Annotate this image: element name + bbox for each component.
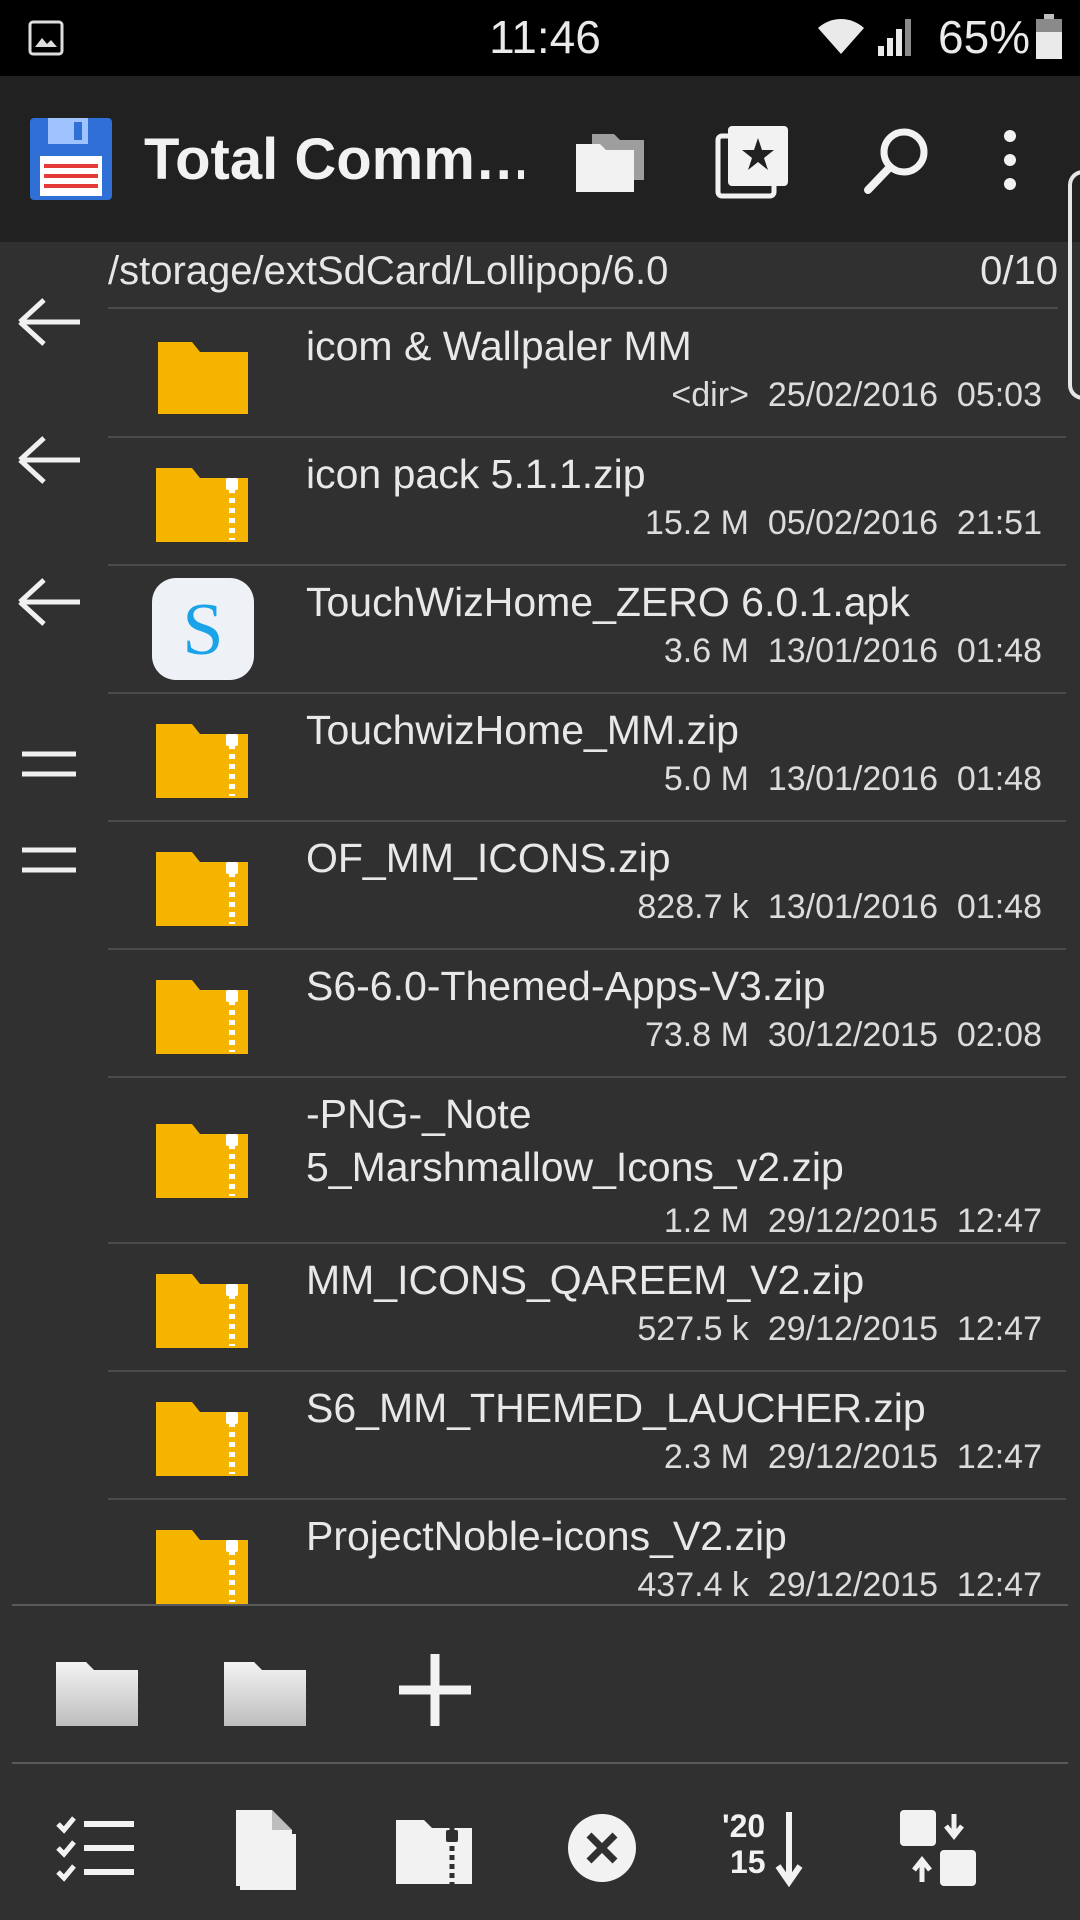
- arrow-down-icon: [775, 1812, 803, 1888]
- svg-text:S: S: [182, 589, 223, 671]
- zip-folder-icon: [156, 1274, 248, 1348]
- file-meta: 5.0 M 13/01/2016 01:48: [663, 760, 1042, 798]
- folder-shortcut-icon[interactable]: [52, 1650, 142, 1730]
- file-name: OF_MM_ICONS.zip: [306, 835, 671, 881]
- status-time: 11:46: [489, 11, 601, 63]
- file-meta: 1.2 M 29/12/2015 12:47: [663, 1202, 1042, 1240]
- app-bar: Total Comm…: [0, 76, 1080, 242]
- folders-icon[interactable]: [572, 120, 652, 200]
- file-row[interactable]: icom & Wallpaler MM <dir> 25/02/2016 05:…: [108, 310, 1066, 438]
- file-name: S6_MM_THEMED_LAUCHER.zip: [306, 1385, 926, 1431]
- edge-panel-handle[interactable]: [1068, 170, 1080, 400]
- more-vert-icon[interactable]: [986, 120, 1034, 200]
- zip-folder-icon: [156, 852, 248, 926]
- zip-folder-icon: [156, 468, 248, 542]
- file-name: S6-6.0-Themed-Apps-V3.zip: [306, 963, 826, 1009]
- sort-date-icon[interactable]: '20 15: [722, 1806, 806, 1890]
- zip-folder-icon: [156, 980, 248, 1054]
- back-arrow-icon[interactable]: [16, 430, 84, 490]
- folder-shortcut-icon[interactable]: [220, 1650, 310, 1730]
- file-name: TouchWizHome_ZERO 6.0.1.apk: [306, 579, 910, 625]
- new-file-icon[interactable]: [222, 1806, 306, 1890]
- file-meta: 2.3 M 29/12/2015 12:47: [663, 1438, 1042, 1476]
- file-row[interactable]: S6-6.0-Themed-Apps-V3.zip 73.8 M 30/12/2…: [108, 950, 1066, 1078]
- folder-icon: [158, 342, 248, 414]
- zip-folder-icon: [156, 1530, 248, 1604]
- battery-percent: 65%: [938, 11, 1031, 63]
- swap-panels-icon[interactable]: [896, 1806, 980, 1890]
- bottom-toolbar: '20 15: [0, 1764, 1080, 1920]
- zip-folder-icon: [156, 1124, 248, 1198]
- file-name: ProjectNoble-icons_V2.zip: [306, 1513, 787, 1559]
- file-row[interactable]: S6_MM_THEMED_LAUCHER.zip 2.3 M 29/12/201…: [108, 1372, 1066, 1500]
- current-path[interactable]: /storage/extSdCard/Lollipop/6.0: [108, 249, 668, 294]
- selection-count: 0/10: [980, 249, 1058, 293]
- quick-bar: [0, 1606, 1080, 1762]
- equal-menu-icon[interactable]: [16, 830, 84, 890]
- file-meta: 828.7 k 13/01/2016 01:48: [637, 888, 1042, 926]
- delete-circle-icon[interactable]: [560, 1806, 644, 1890]
- file-list[interactable]: icom & Wallpaler MM <dir> 25/02/2016 05:…: [108, 310, 1066, 1604]
- file-row[interactable]: MM_ICONS_QAREEM_V2.zip 527.5 k 29/12/201…: [108, 1244, 1066, 1372]
- wifi-icon: [818, 19, 864, 54]
- search-icon[interactable]: [858, 120, 938, 200]
- file-meta: 527.5 k 29/12/2015 12:47: [637, 1310, 1042, 1348]
- file-name: TouchwizHome_MM.zip: [306, 707, 739, 753]
- file-row[interactable]: TouchwizHome_MM.zip 5.0 M 13/01/2016 01:…: [108, 694, 1066, 822]
- floppy-disk-logo-icon[interactable]: [28, 116, 114, 202]
- equal-menu-icon[interactable]: [16, 734, 84, 794]
- path-bar[interactable]: /storage/extSdCard/Lollipop/6.0 0/10: [108, 245, 1058, 309]
- file-meta: 15.2 M 05/02/2016 21:51: [644, 504, 1042, 542]
- apk-s-icon: S: [152, 578, 254, 680]
- file-row[interactable]: S TouchWizHome_ZERO 6.0.1.apk 3.6 M 13/0…: [108, 566, 1066, 694]
- file-meta: <dir> 25/02/2016 05:03: [671, 376, 1042, 414]
- file-row[interactable]: OF_MM_ICONS.zip 828.7 k 13/01/2016 01:48: [108, 822, 1066, 950]
- sort-label-bottom: 15: [730, 1844, 766, 1880]
- file-name: icom & Wallpaler MM: [306, 323, 692, 369]
- file-name: icon pack 5.1.1.zip: [306, 451, 646, 497]
- bookmark-star-icon[interactable]: [714, 120, 794, 200]
- add-icon[interactable]: [390, 1650, 480, 1730]
- zip-pack-icon[interactable]: [392, 1806, 476, 1890]
- zip-folder-icon: [156, 724, 248, 798]
- file-meta: 73.8 M 30/12/2015 02:08: [644, 1016, 1042, 1054]
- battery-icon: [1036, 14, 1062, 59]
- file-name: MM_ICONS_QAREEM_V2.zip: [306, 1257, 865, 1303]
- file-row[interactable]: icon pack 5.1.1.zip 15.2 M 05/02/2016 21…: [108, 438, 1066, 566]
- file-meta: 437.4 k 29/12/2015 12:47: [637, 1566, 1042, 1604]
- file-row[interactable]: ProjectNoble-icons_V2.zip 437.4 k 29/12/…: [108, 1500, 1066, 1604]
- back-arrow-icon[interactable]: [16, 292, 84, 352]
- signal-icon: [878, 19, 911, 56]
- zip-folder-icon: [156, 1402, 248, 1476]
- file-meta: 3.6 M 13/01/2016 01:48: [663, 632, 1042, 670]
- status-bar: 11:46 65%: [0, 0, 1080, 76]
- app-title: Total Comm…: [144, 127, 524, 192]
- file-row[interactable]: -PNG-_Note 5_Marshmallow_Icons_v2.zip 1.…: [108, 1078, 1066, 1244]
- back-arrow-icon[interactable]: [16, 572, 84, 632]
- file-name: -PNG-_Note 5_Marshmallow_Icons_v2.zip: [306, 1091, 844, 1190]
- select-list-icon[interactable]: [54, 1806, 138, 1890]
- sort-label-top: '20: [722, 1808, 766, 1844]
